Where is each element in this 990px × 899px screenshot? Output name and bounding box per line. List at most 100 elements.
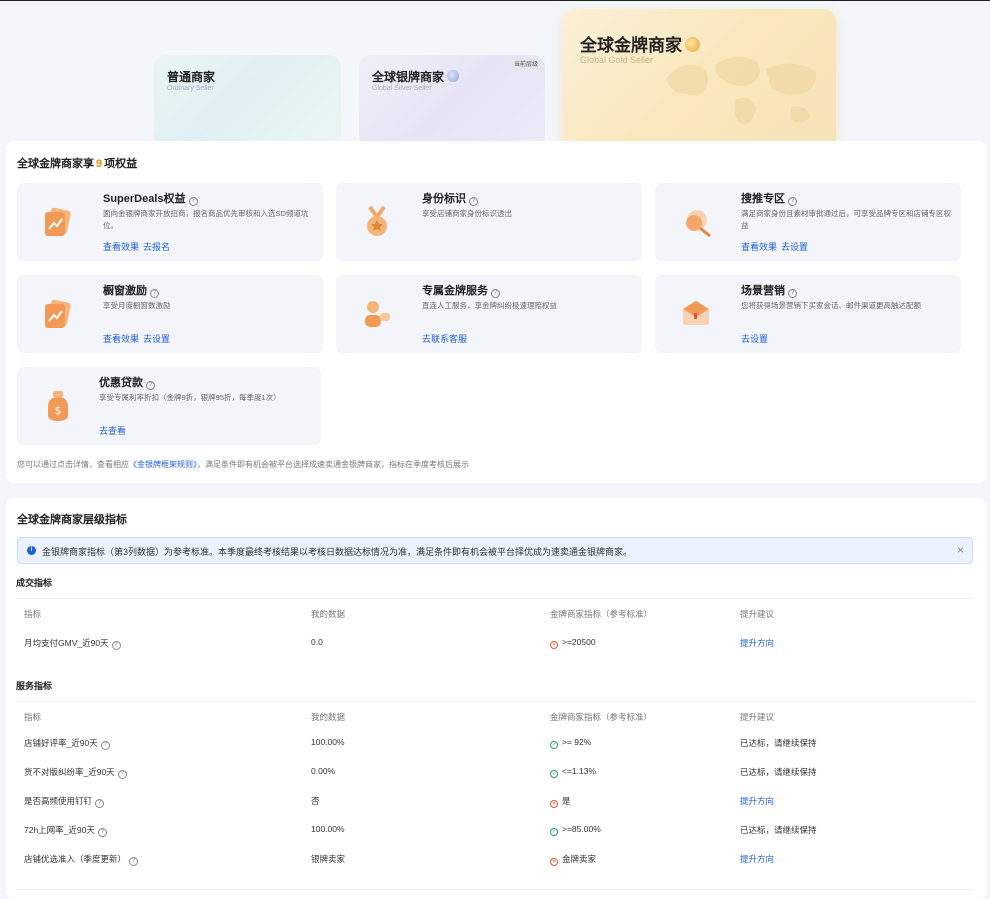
benefit-title: 身份标识? [422,190,478,206]
header-metric: 指标 [24,609,42,619]
tier-name-text: 全球银牌商家 [372,70,445,84]
help-icon[interactable]: ? [788,197,797,206]
tier-card-ordinary[interactable]: 普通商家 Ordinary Seller [154,55,341,147]
help-icon[interactable]: ? [491,289,500,298]
tier-card-gold[interactable]: 全球金牌商家 Global Gold Seller [563,9,836,149]
header-standard: 金牌商家指标（参考标准） [550,712,653,722]
service-metrics-table: 指标 我的数据 金牌商家指标（参考标准） 提升建议 店铺好评率_近90天? 10… [16,701,974,889]
info-alert: i 金银牌商家指标（第3列数据）为参考标准。本季度最终考核结果以考核日数据达标情… [17,537,973,564]
fail-status-icon: ✕ [550,641,558,649]
help-icon[interactable]: ? [146,381,155,390]
help-icon[interactable]: ? [129,857,139,866]
deal-section-title: 成交指标 [16,578,53,588]
benefit-card-superdeals: SuperDeals权益? 面向金银牌商家开放招商，报名商品优先审核和入选SD频… [17,183,323,261]
fail-status-icon: ✕ [550,800,558,808]
table-header-row: 指标 我的数据 金牌商家指标（参考标准） 提升建议 [16,603,974,625]
framework-rules-link[interactable]: 《金银牌框架规则》 [129,460,197,469]
benefit-title: 橱窗激励? [103,282,159,298]
benefit-title-text: 搜推专区 [741,193,785,205]
table-row: 72h上网率_近90天? 100.00% ✓ >=85.00% 已达标，请继续保持 [16,819,974,841]
help-icon[interactable]: ? [150,289,159,298]
benefit-title: 搜推专区? [741,190,797,206]
settings-link[interactable]: 去设置 [741,334,768,344]
view-effect-link[interactable]: 查看效果 [103,334,139,344]
current-tier-badge: 当前层级 [509,58,542,69]
standard-value: ✕ >=20500 [550,637,596,649]
benefits-title-prefix: 全球金牌商家享 [17,158,94,170]
settings-link[interactable]: 去设置 [143,334,170,344]
benefits-title-suffix: 项权益 [104,158,138,170]
benefit-links: 去设置 [741,332,772,345]
money-bag-icon: $ [48,391,68,421]
view-effect-link[interactable]: 查看效果 [103,242,139,252]
standard-text: >=85.00% [562,824,601,834]
metric-name: 店铺优选准入（季度更新）? [24,853,139,866]
service-person-icon [365,301,390,327]
standard-text: <=1.13% [562,766,597,776]
help-icon[interactable]: ? [100,741,110,750]
benefit-desc: 您将获得场景营销下买家会话、邮件渠道更高触达配额 [741,301,921,310]
help-icon[interactable]: ? [788,289,797,298]
benefit-desc: 直连人工服务，享金牌纠纷极速理赔权益 [422,301,557,310]
metric-name: 72h上网率_近90天? [24,824,107,837]
advice-text: 已达标，请继续保持 [740,767,817,777]
advice-text: 已达标，请继续保持 [740,825,817,835]
help-icon[interactable]: ? [188,197,198,206]
header-standard: 金牌商家指标（参考标准） [550,609,653,619]
settings-link[interactable]: 去设置 [781,242,808,252]
metric-name: 月均支付GMV_近90天? [24,637,121,650]
help-icon[interactable]: ? [97,828,107,837]
my-value: 100.00% [311,824,345,834]
close-icon[interactable]: × [957,543,964,557]
table-row: 店铺优选准入（季度更新）? 银牌卖家 ✕ 金牌卖家 提升方向 [16,848,974,870]
benefit-title-text: SuperDeals权益 [103,193,186,205]
metric-name: 货不对版纠纷率_近90天? [24,766,127,779]
help-icon[interactable]: ? [469,197,478,206]
alert-message: 金银牌商家指标（第3列数据）为参考标准。本季度最终考核结果以考核日数据达标情况为… [42,547,633,557]
standard-text: >=20500 [562,637,596,647]
tier-name: 全球银牌商家 [372,68,460,85]
standard-text: 是 [562,796,571,806]
advice-text: 已达标，请继续保持 [740,738,817,748]
header-my-data: 我的数据 [311,609,346,619]
benefit-title-text: 专属金牌服务 [422,285,488,297]
benefit-title: SuperDeals权益? [103,190,198,206]
help-icon[interactable]: ? [111,641,121,650]
metrics-panel: 全球金牌商家层级指标 i 金银牌商家指标（第3列数据）为参考标准。本季度最终考核… [6,498,986,899]
benefit-links: 查看效果 去设置 [103,332,174,345]
signup-link[interactable]: 去报名 [143,242,170,252]
my-value: 0.0 [311,637,323,647]
table-divider [16,889,974,890]
header-metric: 指标 [24,712,42,722]
benefit-desc: 面向金银牌商家开放招商，报名商品优先审核和入选SD频道坑位。 [103,209,309,230]
metric-name: 是否高频使用钉钉? [24,795,105,808]
table-row: 是否高频使用钉钉? 否 ✕ 是 提升方向 [16,790,974,812]
view-effect-link[interactable]: 查看效果 [741,242,777,252]
standard-value: ✓ <=1.13% [550,766,596,778]
improve-link[interactable]: 提升方向 [740,637,774,649]
contact-support-link[interactable]: 去联系客服 [422,334,467,344]
help-icon[interactable]: ? [95,799,105,808]
help-icon[interactable]: ? [117,770,127,779]
top-border [0,0,990,1]
view-link[interactable]: 去查看 [99,426,126,436]
standard-text: >= 92% [562,737,592,747]
benefit-desc: 享受店铺商家身份标识透出 [422,209,512,218]
benefit-card-identity: 身份标识? 享受店铺商家身份标识透出 [336,183,642,261]
svg-text:$: $ [55,404,62,417]
benefits-title: 全球金牌商家享 9 项权益 [17,155,137,171]
benefits-footnote: 您可以通过点击详情，查看相应《金银牌框架规则》，满足条件即有机会被平台选择成速卖… [17,459,469,470]
standard-value: ✕ 是 [550,795,571,808]
footnote-text: ，满足条件即有机会被平台选择成速卖通金银牌商家，指标在季度考核后展示 [197,460,469,469]
improve-link[interactable]: 提升方向 [740,853,774,865]
benefit-title-text: 场景营销 [741,285,785,297]
header-my-data: 我的数据 [311,712,346,722]
tier-card-silver[interactable]: 当前层级 全球银牌商家 Global Silver Seller [359,55,545,147]
service-section-title: 服务指标 [16,681,53,691]
benefit-card-showcase: 橱窗激励? 享受月度橱窗数激励 查看效果 去设置 [17,275,323,353]
metric-text: 店铺优选准入（季度更新） [24,854,127,864]
improve-link[interactable]: 提升方向 [740,795,774,807]
standard-value: ✓ >= 92% [550,737,591,749]
metric-text: 货不对版纠纷率_近90天 [24,767,115,777]
table-row: 月均支付GMV_近90天? 0.0 ✕ >=20500 提升方向 [16,632,974,654]
